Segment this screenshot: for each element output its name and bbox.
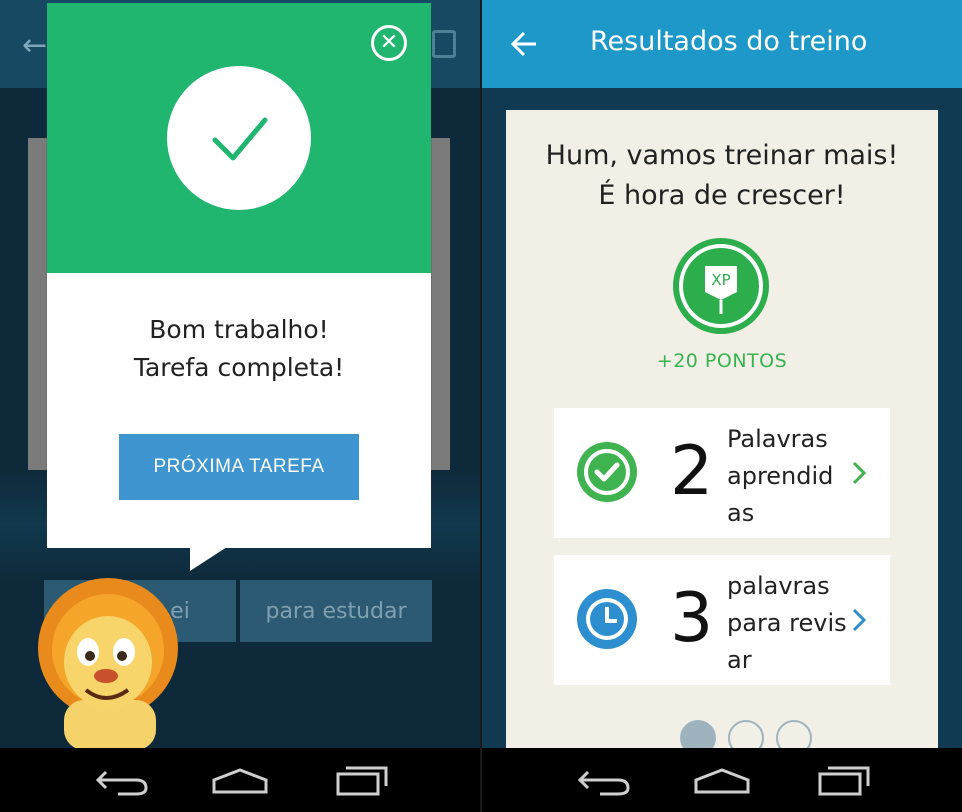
close-icon[interactable]: ✕ [371, 25, 407, 61]
left-screen: ← ei para estudar ✕ Bom trabalho! Tarefa… [0, 0, 480, 812]
dialog-pointer [190, 545, 230, 571]
dialog-message-line1: Bom trabalho! [149, 315, 329, 344]
home-nav-icon[interactable] [692, 764, 752, 796]
success-circle [167, 66, 311, 210]
dialog-message-line2: Tarefa completa! [133, 353, 345, 382]
system-nav-bar [482, 748, 962, 812]
background-button-study-label: para estudar [265, 598, 407, 624]
right-screen: Resultados do treino Hum, vamos treinar … [482, 0, 962, 812]
next-task-button[interactable]: PRÓXIMA TAREFA [119, 434, 359, 500]
points-earned: +20 PONTOS [656, 350, 788, 372]
review-words-label: palavras para revisar [727, 572, 847, 674]
learned-words-label: Palavras aprendidas [727, 425, 834, 527]
xp-icon: XP [679, 244, 763, 328]
dialog-header: ✕ [47, 3, 431, 273]
chevron-right-icon[interactable] [849, 459, 869, 487]
system-nav-bar [0, 748, 480, 812]
lion-mascot [38, 578, 178, 750]
home-nav-icon[interactable] [210, 764, 270, 796]
background-button-study[interactable]: para estudar [240, 580, 432, 642]
dialog-message: Bom trabalho! Tarefa completa! [47, 311, 431, 387]
page-title: Resultados do treino [590, 26, 868, 57]
results-message-line1: Hum, vamos treinar mais! [545, 140, 899, 171]
recents-nav-icon[interactable] [814, 764, 874, 796]
checkmark-icon [212, 117, 268, 161]
results-message-line2: É hora de crescer! [598, 180, 846, 211]
back-arrow-icon[interactable] [510, 28, 538, 60]
xp-badge: XP [673, 238, 769, 334]
results-message: Hum, vamos treinar mais! É hora de cresc… [506, 136, 938, 216]
back-nav-icon[interactable] [92, 764, 152, 796]
learned-words-card[interactable]: 2 Palavras aprendidas [554, 408, 890, 538]
check-circle-icon [577, 442, 637, 502]
learned-words-count: 2 [670, 432, 714, 511]
results-appbar: Resultados do treino [482, 0, 962, 88]
back-nav-icon[interactable] [574, 764, 634, 796]
xp-badge-text: XP [711, 271, 730, 289]
review-words-card[interactable]: 3 palavras para revisar [554, 555, 890, 685]
recents-nav-icon[interactable] [332, 764, 392, 796]
clock-icon [577, 589, 637, 649]
back-arrow-icon[interactable]: ← [22, 28, 47, 63]
review-words-count: 3 [670, 579, 714, 658]
add-card-icon[interactable] [432, 30, 456, 58]
task-complete-dialog: ✕ Bom trabalho! Tarefa completa! PRÓXIMA… [47, 3, 431, 548]
results-panel: Hum, vamos treinar mais! É hora de cresc… [506, 110, 938, 756]
chevron-right-icon[interactable] [849, 606, 869, 634]
